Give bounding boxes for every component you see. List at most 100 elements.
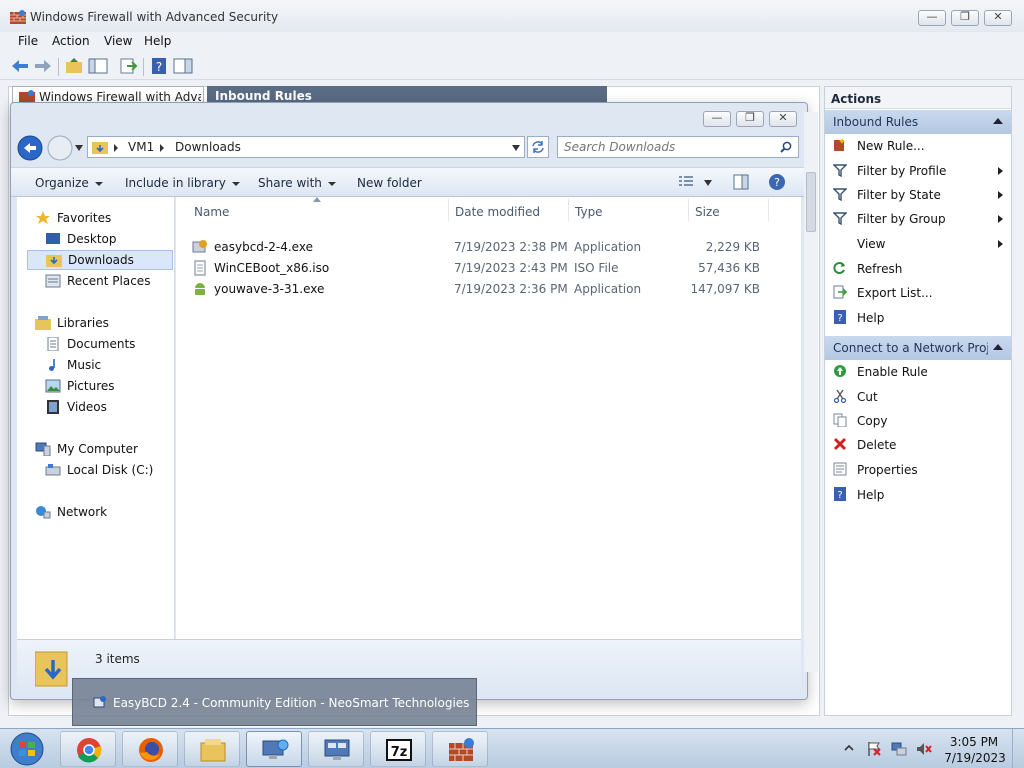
forward-arrow-icon[interactable] xyxy=(33,57,53,75)
minimize-button[interactable]: — xyxy=(918,10,946,26)
breadcrumb-vm1[interactable]: VM1 xyxy=(128,140,154,154)
action-help[interactable]: ? Help xyxy=(825,306,1011,330)
action-label: Filter by Group xyxy=(857,212,946,226)
scrollbar-thumb[interactable] xyxy=(806,172,816,232)
show-desktop-button[interactable] xyxy=(1012,729,1024,768)
breadcrumb-downloads[interactable]: Downloads xyxy=(175,140,241,154)
back-arrow-icon[interactable] xyxy=(10,57,30,75)
chrome-icon xyxy=(77,738,102,763)
close-button[interactable]: ✕ xyxy=(984,10,1012,26)
menu-view[interactable]: View xyxy=(104,34,132,48)
action-label: Help xyxy=(857,488,885,502)
action-properties[interactable]: Properties xyxy=(825,458,1011,482)
taskbar-explorer[interactable] xyxy=(184,731,240,767)
section-selected-rule[interactable]: Connect to a Network Proj... xyxy=(825,336,1011,360)
refresh-button[interactable] xyxy=(527,136,549,158)
taskbar-firewall[interactable] xyxy=(432,731,488,767)
taskbar-network-tool[interactable] xyxy=(246,731,302,767)
up-folder-icon[interactable] xyxy=(64,57,84,75)
explorer-icon xyxy=(200,739,226,762)
back-button[interactable] xyxy=(17,135,43,161)
column-date-modified[interactable]: Date modified xyxy=(455,205,540,219)
nav-downloads[interactable]: Downloads xyxy=(27,250,173,270)
action-copy[interactable]: Copy xyxy=(825,409,1011,433)
action-view[interactable]: View xyxy=(825,232,1011,256)
file-row[interactable]: youwave-3-31.exe 7/19/2023 2:36 PM Appli… xyxy=(192,279,772,299)
search-icon[interactable] xyxy=(780,141,792,153)
file-row[interactable]: easybcd-2-4.exe 7/19/2023 2:38 PM Applic… xyxy=(192,237,772,257)
nav-label: Music xyxy=(67,358,102,372)
view-options-icon[interactable] xyxy=(679,176,693,188)
address-dropdown-icon[interactable] xyxy=(512,145,520,151)
show-hide-tree-icon[interactable] xyxy=(88,57,108,75)
maximize-button[interactable]: ❐ xyxy=(951,10,979,26)
forward-button[interactable] xyxy=(47,135,73,161)
volume-muted-icon[interactable] xyxy=(916,741,932,757)
explorer-maximize-button[interactable]: ❐ xyxy=(736,111,764,127)
action-label: New Rule... xyxy=(857,139,925,153)
section-inbound-rules[interactable]: Inbound Rules xyxy=(825,110,1011,134)
menu-help[interactable]: Help xyxy=(144,34,171,48)
action-new-rule[interactable]: New Rule... xyxy=(825,134,1011,158)
recent-pages-dropdown-icon[interactable] xyxy=(75,145,83,151)
submenu-arrow-icon xyxy=(998,167,1003,175)
action-filter-profile[interactable]: Filter by Profile xyxy=(825,159,1011,183)
help-icon[interactable]: ? xyxy=(768,173,786,191)
menu-file[interactable]: File xyxy=(18,34,38,48)
share-with-button[interactable]: Share with xyxy=(258,176,336,190)
include-in-library-button[interactable]: Include in library xyxy=(125,176,240,190)
explorer-command-bar: Organize Include in library Share with N… xyxy=(11,167,807,197)
action-filter-state[interactable]: Filter by State xyxy=(825,183,1011,207)
clock-time[interactable]: 3:05 PM xyxy=(948,735,1000,749)
network-status-icon[interactable] xyxy=(891,741,907,757)
help-icon[interactable]: ? xyxy=(149,57,169,75)
taskbar-remote-desktop[interactable] xyxy=(308,731,364,767)
section-title: Inbound Rules xyxy=(833,115,919,129)
taskbar-chrome[interactable] xyxy=(60,731,116,767)
action-delete[interactable]: Delete xyxy=(825,433,1011,457)
show-action-pane-icon[interactable] xyxy=(173,57,193,75)
firewall-title-bar[interactable]: Windows Firewall with Advanced Security … xyxy=(0,0,1024,32)
action-export-list[interactable]: Export List... xyxy=(825,281,1011,305)
column-name[interactable]: Name xyxy=(194,205,229,219)
action-center-icon[interactable] xyxy=(866,741,882,757)
action-filter-group[interactable]: Filter by Group xyxy=(825,207,1011,231)
center-scrollbar[interactable] xyxy=(804,112,818,672)
nav-label: Recent Places xyxy=(67,274,151,288)
action-enable-rule[interactable]: Enable Rule xyxy=(825,360,1011,384)
easybcd-file-icon xyxy=(192,240,207,253)
column-size[interactable]: Size xyxy=(695,205,720,219)
search-box[interactable] xyxy=(557,136,799,158)
file-type: ISO File xyxy=(574,261,619,275)
command-label: Share with xyxy=(258,176,322,190)
explorer-title-bar[interactable]: — ❐ ✕ xyxy=(11,103,807,131)
start-button[interactable] xyxy=(2,729,50,768)
action-refresh[interactable]: Refresh xyxy=(825,257,1011,281)
clock-date[interactable]: 7/19/2023 xyxy=(944,751,1006,765)
organize-button[interactable]: Organize xyxy=(35,176,103,190)
file-row[interactable]: WinCEBoot_x86.iso 7/19/2023 2:43 PM ISO … xyxy=(192,258,772,278)
taskbar-7zip[interactable]: 7z xyxy=(370,731,426,767)
filter-icon xyxy=(833,188,847,201)
explorer-navigation-bar: VM1 Downloads xyxy=(11,131,807,167)
show-hidden-icons-icon[interactable] xyxy=(844,743,854,753)
file-name: youwave-3-31.exe xyxy=(214,282,325,296)
column-divider xyxy=(448,199,449,221)
view-dropdown-icon[interactable] xyxy=(704,180,712,186)
explorer-minimize-button[interactable]: — xyxy=(703,111,731,127)
search-input[interactable] xyxy=(564,139,764,155)
new-folder-button[interactable]: New folder xyxy=(357,176,422,190)
explorer-close-button[interactable]: ✕ xyxy=(769,111,797,127)
taskbar: 7z 3:05 PM 7/19/2023 xyxy=(0,728,1024,768)
column-divider xyxy=(688,199,689,221)
action-cut[interactable]: Cut xyxy=(825,385,1011,409)
address-bar[interactable]: VM1 Downloads xyxy=(87,136,525,158)
column-type[interactable]: Type xyxy=(575,205,603,219)
taskbar-preview[interactable]: EasyBCD 2.4 - Community Edition - NeoSma… xyxy=(72,678,477,726)
menu-action[interactable]: Action xyxy=(52,34,90,48)
preview-pane-icon[interactable] xyxy=(733,174,749,190)
taskbar-firefox[interactable] xyxy=(122,731,178,767)
export-list-icon[interactable] xyxy=(118,57,138,75)
action-label: Filter by Profile xyxy=(857,164,947,178)
action-help-2[interactable]: ? Help xyxy=(825,483,1011,507)
